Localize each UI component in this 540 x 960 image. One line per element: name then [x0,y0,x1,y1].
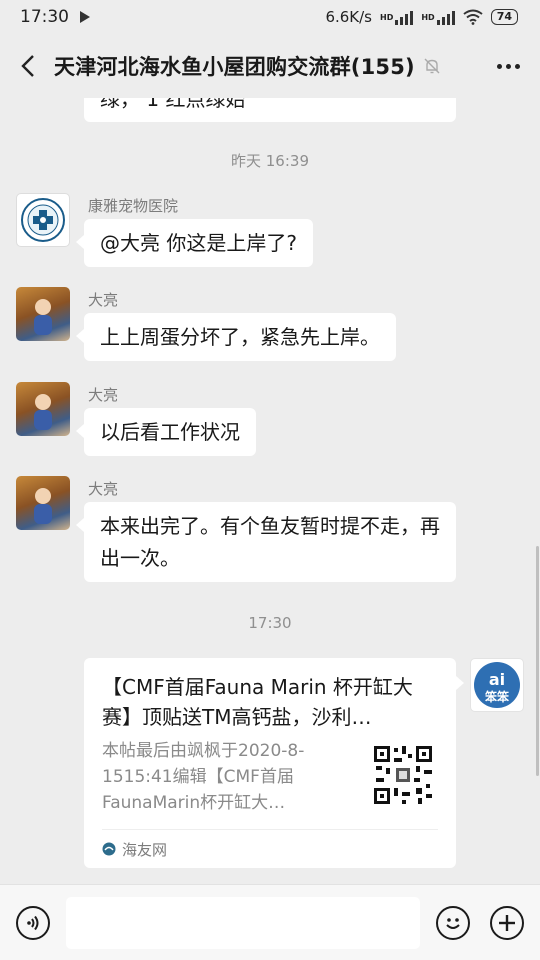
person-photo-icon [34,394,52,430]
sender-name: 大亮 [88,386,119,404]
message-text: @大亮 你这是上岸了? [100,231,297,255]
input-bar [0,884,540,960]
link-card[interactable]: 【CMF首届Fauna Marin 杯开缸大赛】顶贴送TM高钙盐，沙利… 本帖最… [84,658,464,868]
chat-title: 天津河北海水鱼小屋团购交流群(155) [54,55,415,79]
wifi-icon [463,9,483,25]
message-bubble[interactable]: 上上周蛋分坏了，紧急先上岸。 [76,313,396,361]
avatar-daliang[interactable] [16,287,70,341]
brand-logo-chars: 笨笨 [485,689,510,704]
play-icon [80,11,90,23]
person-photo-icon [34,299,52,335]
site-logo-icon [102,842,116,856]
back-arrow-icon [21,55,34,77]
voice-button[interactable] [16,906,50,940]
sender-name: 大亮 [88,480,119,498]
message-input[interactable] [66,897,420,949]
avatar-daliang[interactable] [16,476,70,530]
person-photo-icon [34,488,52,524]
chat-header: 天津河北海水鱼小屋团购交流群(155) [0,34,540,98]
emoji-icon [446,918,460,929]
battery-indicator: 74 [490,9,518,25]
signal-icon [395,9,414,25]
back-button[interactable] [16,54,40,78]
time-divider: 17:30 [248,614,292,632]
hospital-logo-icon [21,198,65,242]
brand-logo-letter: ai [489,670,505,689]
time-divider: 昨天 16:39 [231,152,309,170]
signal-icon-2 [436,9,455,25]
message-text: 上上周蛋分坏了，紧急先上岸。 [100,325,380,349]
message-bubble[interactable]: @大亮 你这是上岸了? [76,219,313,267]
message-list[interactable]: 绿， 1 红点绿始 昨天 16:39 康雅宠物医院 @大亮 你这是上岸了? 大亮… [0,98,540,884]
voice-icon [27,915,39,931]
sender-name: 大亮 [88,291,119,309]
message-text: 以后看工作状况 [100,420,240,444]
link-card-title: 【CMF首届Fauna Marin 杯开缸大赛】顶贴送TM高钙盐，沙利… [102,675,413,729]
more-icon [497,63,502,69]
link-card-source: 海友网 [102,829,438,868]
link-card-description: 本帖最后由飒枫于2020-8-1515:41编辑【CMF首届FaunaMarin… [102,741,305,813]
status-bar: 17:30 6.6K/s HD HD 74 [0,0,540,34]
sim1-hd-label: HD [380,12,394,22]
message-text: 绿， 1 红点绿始 [100,98,246,111]
plus-icon [499,915,515,931]
network-speed: 6.6K/s [325,8,372,26]
chat-scrollbar[interactable] [536,546,539,776]
avatar-self[interactable]: ai 笨笨 [470,658,524,712]
message-bubble-partial[interactable]: 绿， 1 红点绿始 [84,98,456,122]
link-card-source-name: 海友网 [122,840,168,859]
qr-code-icon [372,744,434,806]
status-time: 17:30 [20,7,69,27]
emoji-button[interactable] [436,906,470,940]
message-bubble[interactable]: 以后看工作状况 [76,408,256,456]
brand-logo-icon: ai 笨笨 [474,662,520,708]
plus-button[interactable] [490,906,524,940]
message-bubble[interactable]: 本来出完了。有个鱼友暂时提不走，再出一次。 [76,502,456,582]
avatar-daliang[interactable] [16,382,70,436]
avatar-hospital[interactable] [16,193,70,247]
message-text: 本来出完了。有个鱼友暂时提不走，再出一次。 [100,514,440,570]
mute-bell-icon [423,57,441,75]
sender-name: 康雅宠物医院 [88,197,179,215]
sim2-hd-label: HD [421,12,435,22]
more-options-button[interactable] [493,58,524,75]
